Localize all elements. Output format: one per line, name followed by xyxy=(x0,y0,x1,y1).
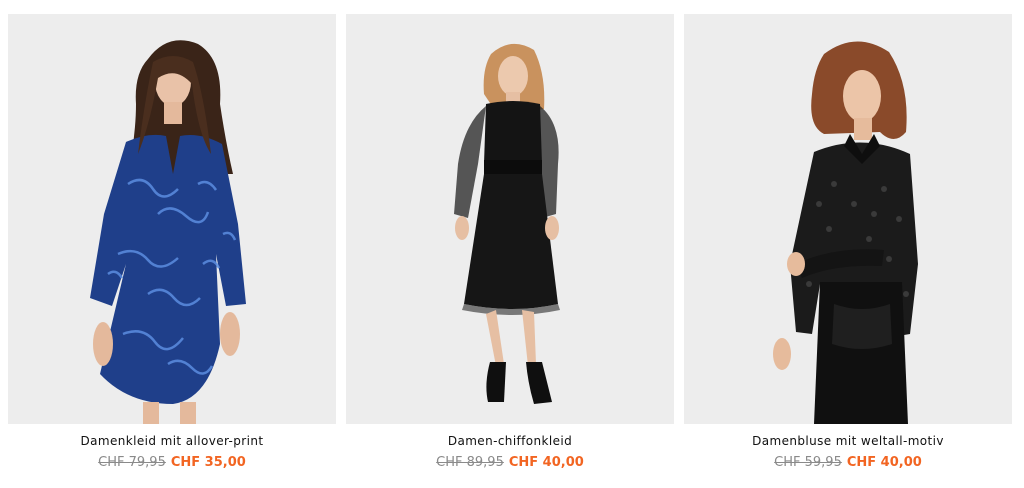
old-price: CHF 79,95 xyxy=(98,455,166,470)
old-price: CHF 89,95 xyxy=(436,455,504,470)
product-grid: Damenkleid mit allover-print CHF 79,95 CH… xyxy=(0,0,1024,488)
sale-price: CHF 40,00 xyxy=(846,455,922,470)
product-image[interactable] xyxy=(684,14,1012,424)
old-price: CHF 59,95 xyxy=(774,455,842,470)
product-name[interactable]: Damen-chiffonkleid xyxy=(346,434,674,448)
product-card[interactable]: Damen-chiffonkleid CHF 89,95 CHF 40,00 xyxy=(346,14,674,470)
product-name[interactable]: Damenbluse mit weltall-motiv xyxy=(684,434,1012,448)
product-name[interactable]: Damenkleid mit allover-print xyxy=(8,434,336,448)
product-image[interactable] xyxy=(346,14,674,424)
model-chiffon-dress-illustration xyxy=(454,43,560,404)
model-black-blouse-illustration xyxy=(773,41,918,424)
product-card[interactable]: Damenbluse mit weltall-motiv CHF 59,95 CH… xyxy=(684,14,1012,470)
product-image[interactable] xyxy=(8,14,336,424)
product-price: CHF 59,95 CHF 40,00 xyxy=(684,455,1012,470)
sale-price: CHF 35,00 xyxy=(170,455,246,470)
product-price: CHF 79,95 CHF 35,00 xyxy=(8,455,336,470)
sale-price: CHF 40,00 xyxy=(508,455,584,470)
product-price: CHF 89,95 CHF 40,00 xyxy=(346,455,674,470)
product-card[interactable]: Damenkleid mit allover-print CHF 79,95 CH… xyxy=(8,14,336,470)
model-blue-dress-illustration xyxy=(90,40,246,424)
